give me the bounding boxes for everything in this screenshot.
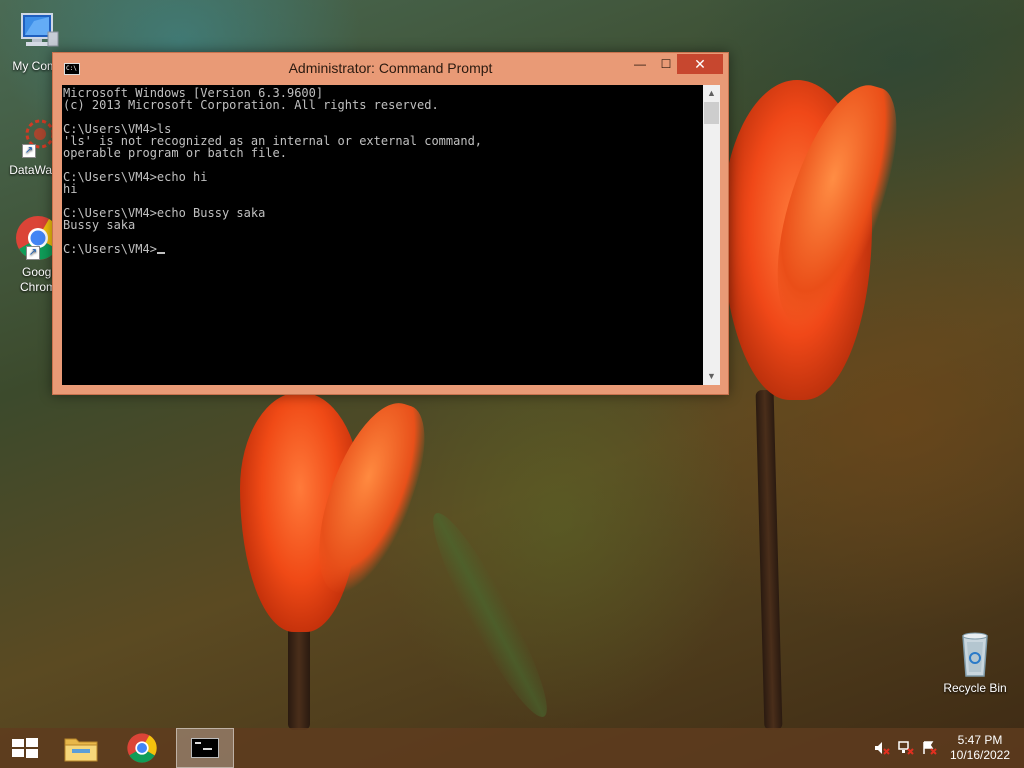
console-line: (c) 2013 Microsoft Corporation. All righ… — [63, 98, 439, 112]
action-center-flag-icon[interactable] — [922, 741, 938, 755]
clock-time: 5:47 PM — [957, 733, 1003, 747]
scroll-down-button[interactable]: ▼ — [703, 368, 720, 385]
console-output[interactable]: Microsoft Windows [Version 6.3.9600] (c)… — [62, 85, 703, 385]
console-line: Bussy saka — [63, 218, 136, 232]
scroll-thumb[interactable] — [704, 102, 719, 124]
desktop-icon-recycle-bin[interactable]: Recycle Bin — [939, 630, 1011, 696]
command-prompt-window[interactable]: C:\ Administrator: Command Prompt — ☐ ✕ … — [52, 52, 729, 395]
taskbar: 5:47 PM 10/16/2022 — [0, 728, 1024, 768]
taskbar-command-prompt[interactable] — [176, 728, 234, 768]
console-line: hi — [63, 182, 78, 196]
taskbar-google-chrome[interactable] — [114, 728, 172, 768]
system-tray — [868, 728, 938, 768]
console-line: operable program or batch file. — [63, 146, 287, 160]
window-titlebar[interactable]: C:\ Administrator: Command Prompt — ☐ ✕ — [53, 53, 728, 83]
taskbar-clock[interactable]: 5:47 PM 10/16/2022 — [940, 733, 1020, 763]
computer-icon — [14, 8, 62, 56]
start-button[interactable] — [0, 728, 50, 768]
maximize-button[interactable]: ☐ — [653, 54, 679, 74]
chrome-icon — [127, 733, 157, 763]
clock-date: 10/16/2022 — [949, 748, 1011, 762]
datawag-icon: ↗ — [10, 112, 58, 160]
taskbar-file-explorer[interactable] — [52, 728, 110, 768]
text-cursor — [156, 252, 165, 254]
shortcut-arrow-icon: ↗ — [22, 144, 36, 158]
network-icon[interactable] — [898, 741, 914, 755]
recycle-bin-icon — [951, 630, 999, 678]
speaker-muted-icon[interactable] — [874, 741, 890, 755]
console-line: C:\Users\VM4>echo hi — [63, 170, 208, 184]
windows-logo-icon — [12, 738, 38, 758]
wallpaper-stem — [288, 620, 310, 730]
vertical-scrollbar[interactable]: ▲ ▼ — [703, 85, 720, 385]
close-button[interactable]: ✕ — [677, 54, 723, 74]
console-prompt-line: C:\Users\VM4> — [63, 242, 157, 256]
shortcut-arrow-icon: ↗ — [26, 246, 40, 260]
folder-icon — [64, 738, 98, 762]
scroll-up-button[interactable]: ▲ — [703, 85, 720, 102]
wallpaper-leaf — [418, 504, 562, 726]
desktop-icon-label: Recycle Bin — [943, 681, 1007, 695]
wallpaper-stem — [755, 389, 783, 731]
minimize-button[interactable]: — — [627, 54, 653, 74]
cmd-icon — [191, 738, 219, 758]
